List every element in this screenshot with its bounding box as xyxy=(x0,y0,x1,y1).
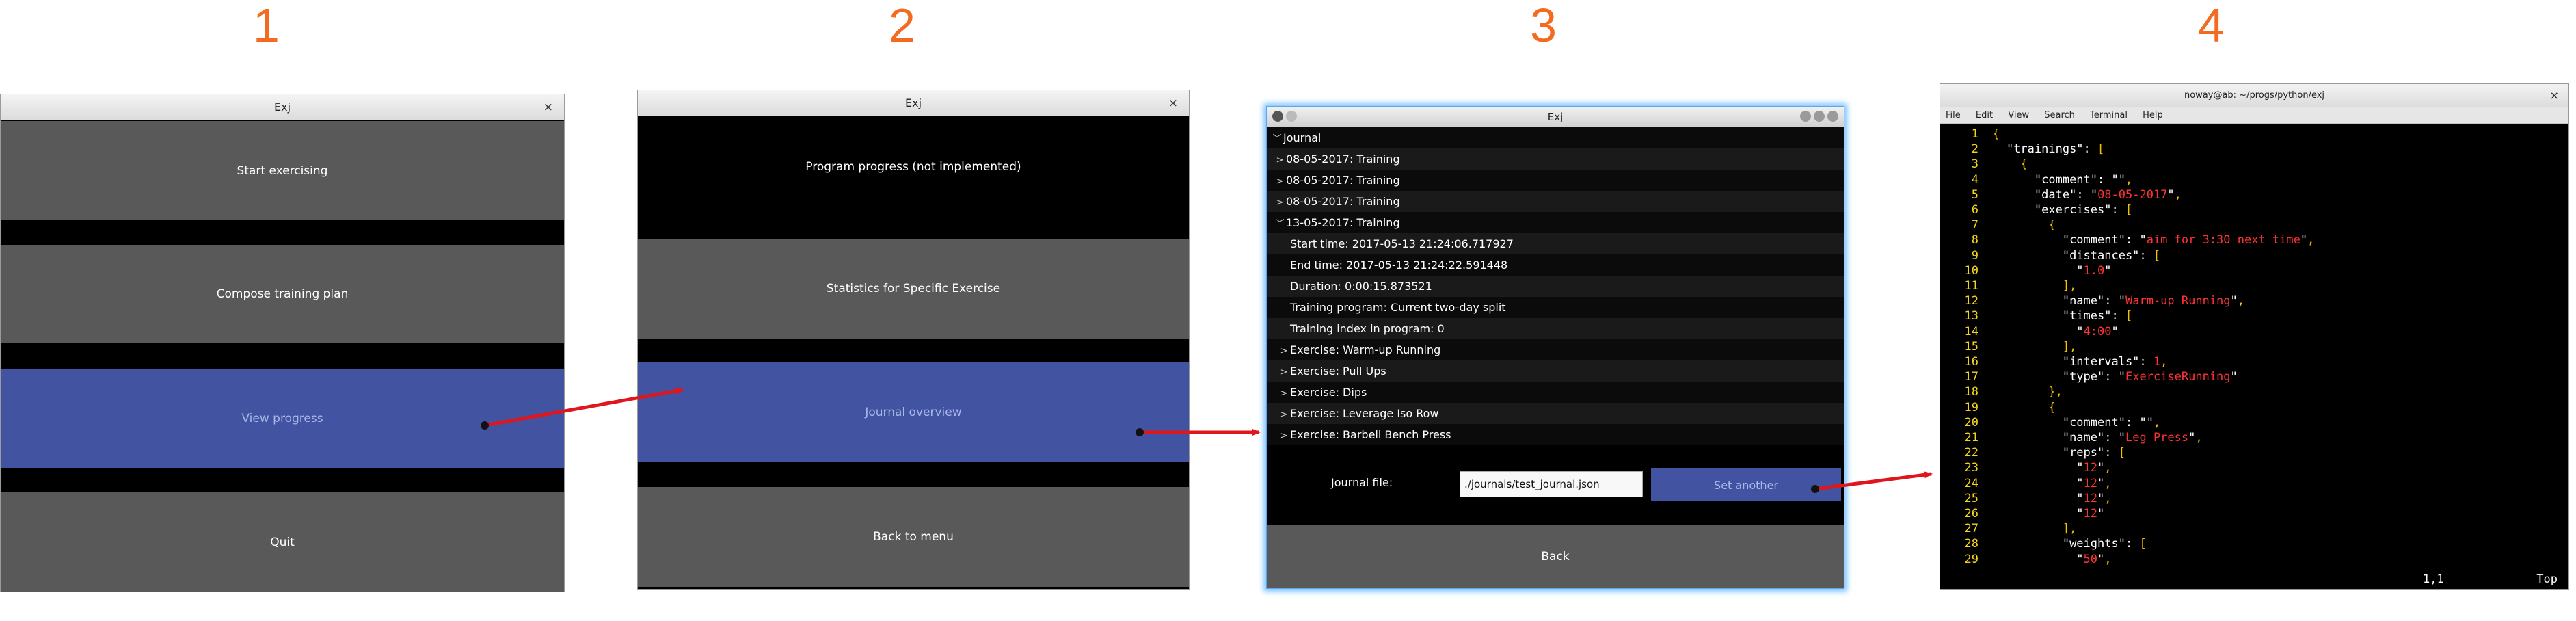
arrow-view-progress-to-journal xyxy=(481,387,684,430)
arrow-set-another-to-terminal xyxy=(1811,471,1933,493)
arrow-journal-to-overview xyxy=(1136,428,1261,436)
flow-arrows xyxy=(481,387,1933,493)
